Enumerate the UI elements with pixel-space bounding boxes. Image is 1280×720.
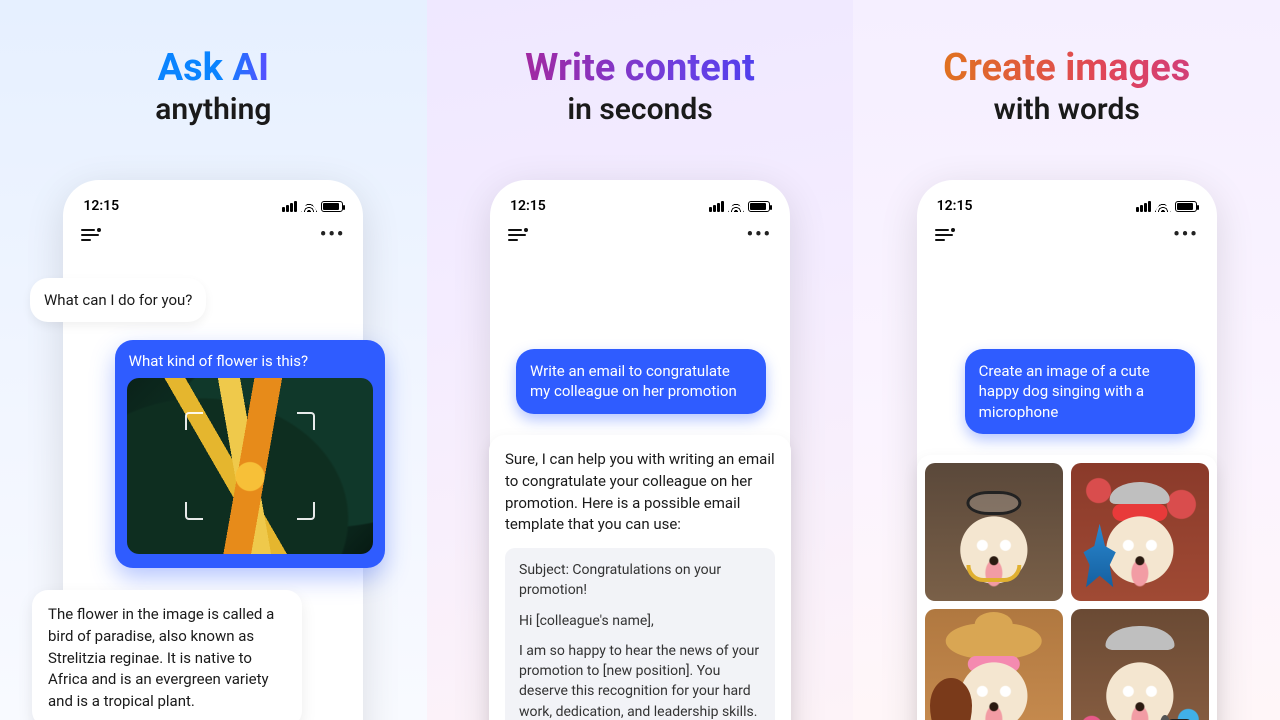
status-bar: 12:15 [931,194,1203,224]
headline-word-ai: AI [232,46,269,90]
more-icon[interactable]: ••• [320,224,345,245]
assistant-answer-bubble: The flower in the image is called a bird… [32,590,302,720]
assistant-response-bubble: Sure, I can help you with writing an ema… [489,435,791,720]
generated-images-gallery: Powered by DALL•E 3 [917,455,1217,720]
signal-icon [282,201,297,212]
signal-icon [1136,201,1151,212]
wifi-icon [728,200,744,212]
user-prompt-bubble: Create an image of a cute happy dog sing… [965,349,1195,434]
generated-image-3[interactable] [925,609,1063,720]
panel-create-images: Create images with words 12:15 ••• Creat… [853,0,1280,720]
panel3-subhead: with words [853,92,1280,127]
signal-icon [709,201,724,212]
generated-image-2[interactable] [1071,463,1209,601]
user-question-text: What kind of flower is this? [127,352,373,370]
generated-image-4[interactable] [1071,609,1209,720]
panel1-headline: Ask AI [0,48,427,90]
panel3-headline: Create images [853,48,1280,90]
user-prompt-bubble: Write an email to congratulate my collea… [516,349,766,414]
headline-word-ask: Ask [158,46,233,90]
panel1-subhead: anything [0,92,427,127]
battery-icon [321,201,343,212]
phone-mockup-3: 12:15 ••• Create an image of a cute happ… [917,180,1217,720]
assistant-intro-text: Sure, I can help you with writing an ema… [505,449,775,536]
wifi-icon [1155,200,1171,212]
panel-ask-ai: Ask AI anything 12:15 ••• What can I do … [0,0,427,720]
status-bar: 12:15 [77,194,349,224]
email-greeting: Hi [colleague's name], [519,611,761,631]
menu-icon[interactable] [81,229,99,241]
user-image-question-bubble: What kind of flower is this? [115,340,385,568]
battery-icon [748,201,770,212]
battery-icon [1175,201,1197,212]
status-time: 12:15 [83,198,119,214]
more-icon[interactable]: ••• [1173,224,1198,245]
panel2-subhead: in seconds [427,92,854,127]
wifi-icon [301,200,317,212]
email-template-card: Subject: Congratulations on your promoti… [505,548,775,720]
email-body-1: I am so happy to hear the news of your p… [519,641,761,720]
generated-image-1[interactable] [925,463,1063,601]
status-time: 12:15 [510,198,546,214]
panel2-headline: Write content [427,48,854,90]
menu-icon[interactable] [935,229,953,241]
phone-mockup-2: 12:15 ••• Write an email to congratulate… [490,180,790,720]
email-subject: Subject: Congratulations on your promoti… [519,560,761,601]
status-bar: 12:15 [504,194,776,224]
panel-write-content: Write content in seconds 12:15 ••• Write… [427,0,854,720]
assistant-greeting-bubble: What can I do for you? [30,278,206,322]
attached-flower-image [127,378,373,554]
menu-icon[interactable] [508,229,526,241]
status-time: 12:15 [937,198,973,214]
more-icon[interactable]: ••• [747,224,772,245]
